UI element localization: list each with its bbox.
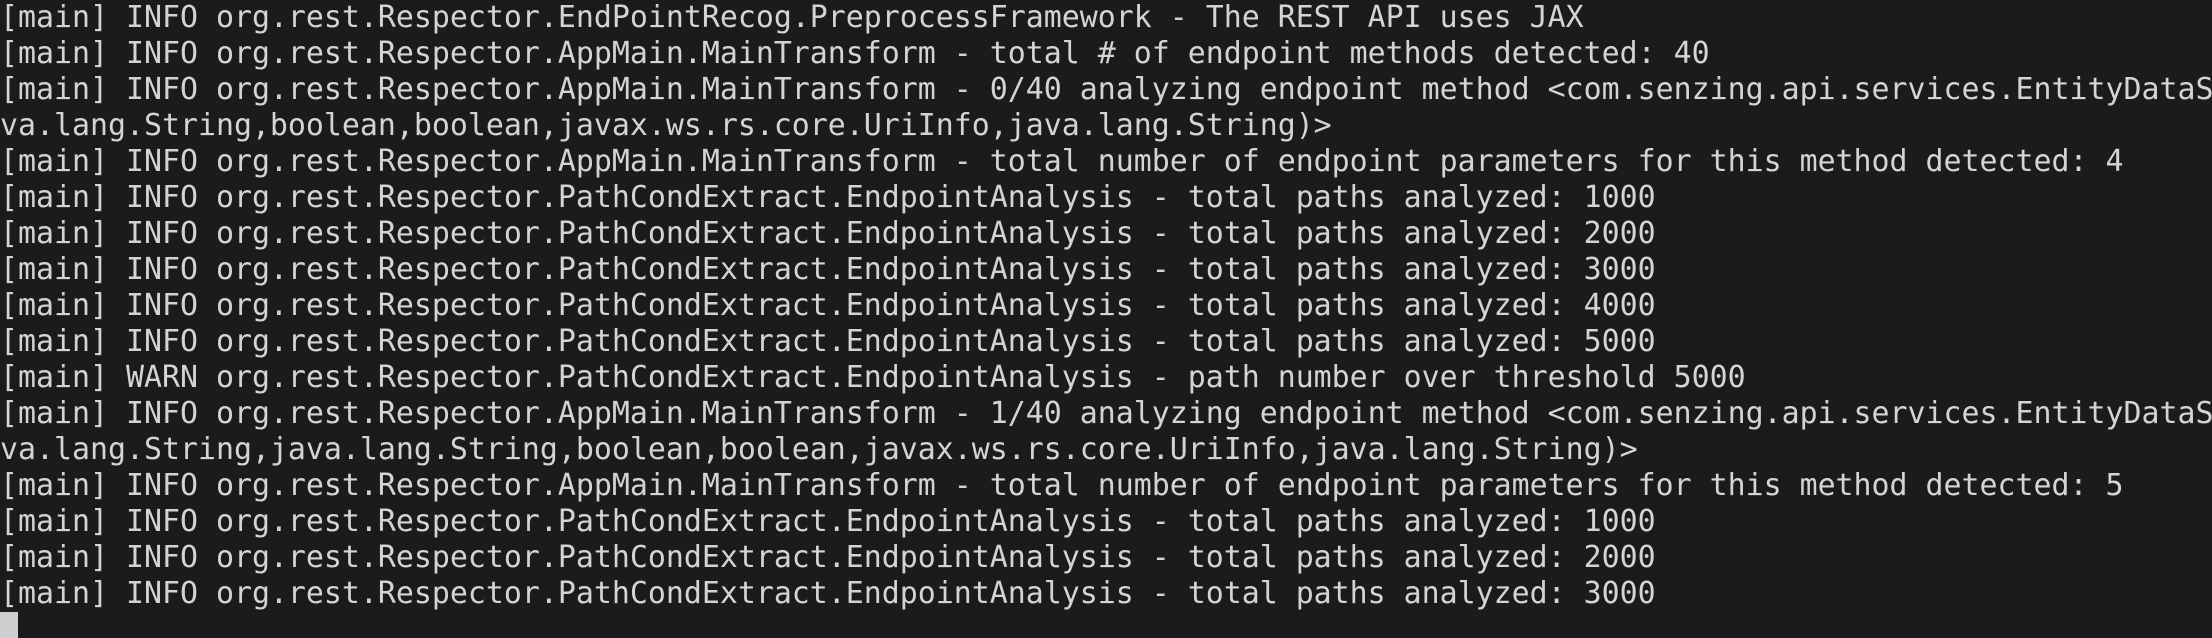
log-line-warn: [main] WARN org.rest.Respector.PathCondE… — [0, 360, 1746, 395]
log-line: [main] INFO org.rest.Respector.AppMain.M… — [0, 396, 2212, 431]
log-line: [main] INFO org.rest.Respector.PathCondE… — [0, 216, 1656, 251]
log-line: [main] INFO org.rest.Respector.EndPointR… — [0, 0, 1584, 35]
log-line: [main] INFO org.rest.Respector.AppMain.M… — [0, 36, 1710, 71]
terminal-cursor — [0, 612, 18, 638]
log-line: va.lang.String,boolean,boolean,javax.ws.… — [0, 108, 1332, 143]
log-line: [main] INFO org.rest.Respector.AppMain.M… — [0, 468, 2124, 503]
log-line: [main] INFO org.rest.Respector.PathCondE… — [0, 288, 1656, 323]
log-line: [main] INFO org.rest.Respector.AppMain.M… — [0, 144, 2124, 179]
log-line: va.lang.String,java.lang.String,boolean,… — [0, 432, 1638, 467]
log-line: [main] INFO org.rest.Respector.PathCondE… — [0, 252, 1656, 287]
log-line: [main] INFO org.rest.Respector.PathCondE… — [0, 180, 1656, 215]
terminal-output[interactable]: [main] INFO org.rest.Respector.EndPointR… — [0, 0, 2212, 638]
log-line: [main] INFO org.rest.Respector.PathCondE… — [0, 324, 1656, 359]
log-line: [main] INFO org.rest.Respector.AppMain.M… — [0, 72, 2212, 107]
log-line: [main] INFO org.rest.Respector.PathCondE… — [0, 504, 1656, 539]
log-line: [main] INFO org.rest.Respector.PathCondE… — [0, 576, 1656, 611]
log-line: [main] INFO org.rest.Respector.PathCondE… — [0, 540, 1656, 575]
